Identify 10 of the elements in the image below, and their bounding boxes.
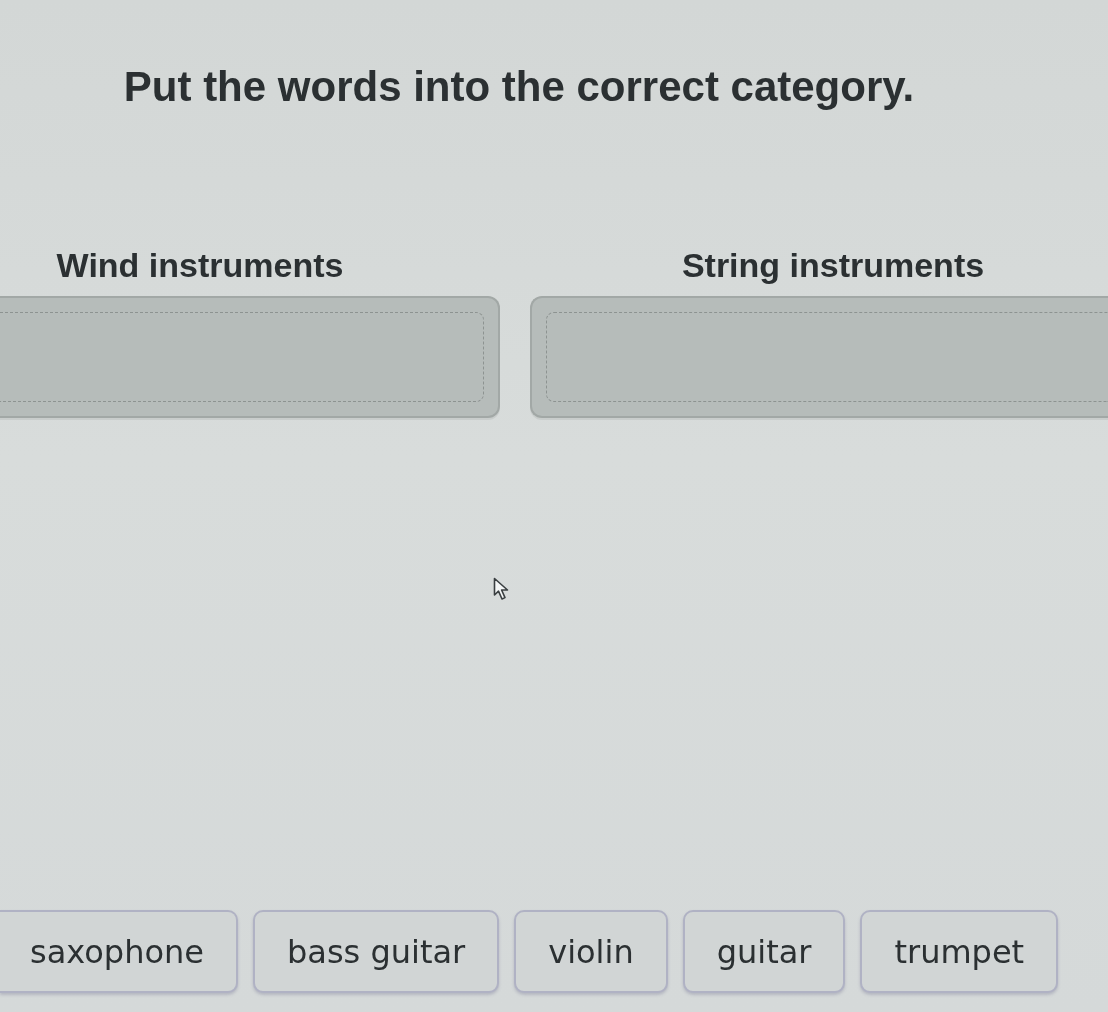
word-card[interactable]: bass guitar: [252, 910, 500, 993]
instruction-text: Put the words into the correct category.: [122, 62, 916, 112]
category-heading: String instruments: [681, 245, 985, 286]
word-card[interactable]: saxophone: [0, 910, 238, 993]
drop-zone[interactable]: [530, 296, 1108, 418]
word-card[interactable]: trumpet: [860, 910, 1059, 993]
category-heading: Wind instruments: [56, 245, 344, 286]
word-card[interactable]: violin: [514, 910, 668, 993]
drop-zone[interactable]: [0, 296, 500, 418]
word-card[interactable]: guitar: [682, 910, 846, 993]
